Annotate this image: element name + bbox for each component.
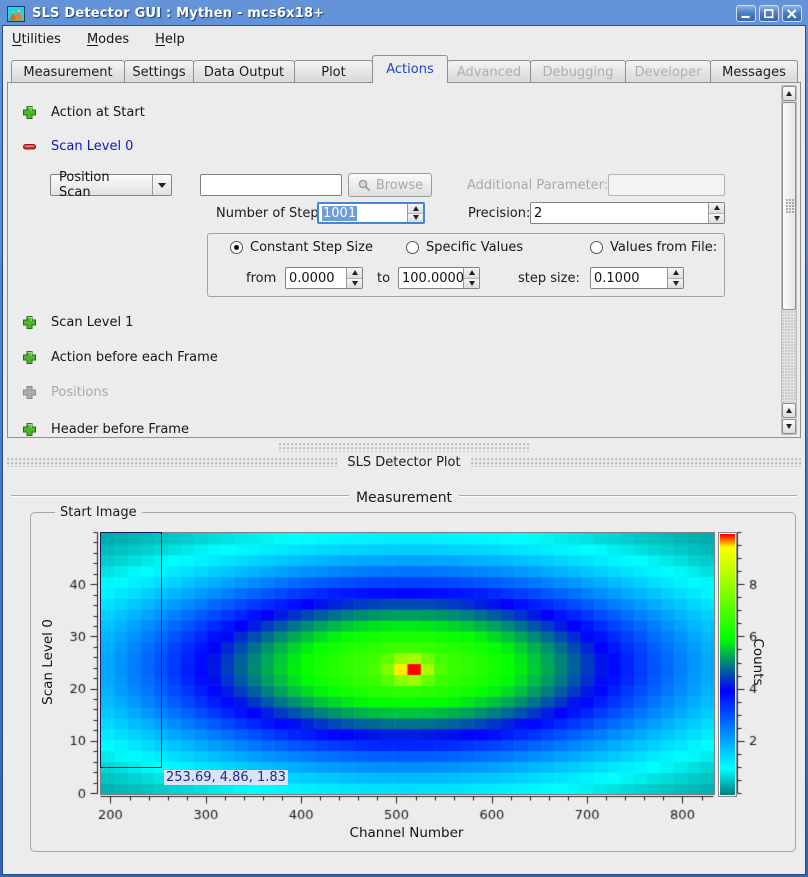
plus-icon[interactable]	[22, 315, 37, 330]
scroll-down-button[interactable]	[782, 419, 796, 434]
from-label: from	[246, 271, 276, 286]
tab-measurement[interactable]: Measurement	[11, 60, 125, 83]
precision-spinbox[interactable]: 2	[530, 202, 725, 224]
spin-buttons[interactable]	[708, 203, 724, 223]
tab-actions[interactable]: Actions	[372, 55, 448, 83]
action-at-start-label: Action at Start	[51, 105, 145, 120]
precision-value[interactable]: 2	[531, 203, 708, 223]
plot-dock-header: SLS Detector Plot	[7, 454, 801, 470]
browse-label: Browse	[376, 178, 423, 193]
radio-dot	[590, 241, 603, 254]
action-before-frame-label: Action before each Frame	[51, 350, 218, 365]
scroll-up-button-2[interactable]	[782, 403, 796, 418]
radio-dot	[406, 241, 419, 254]
maximize-button[interactable]	[759, 5, 779, 22]
radio-constant-step-size[interactable]: Constant Step Size	[230, 240, 373, 255]
positions-label: Positions	[51, 385, 108, 400]
to-label: to	[377, 271, 390, 286]
plot-figure: 253.69, 4.86, 1.83 Channel Number Scan L…	[3, 496, 805, 870]
spin-buttons[interactable]	[463, 268, 479, 288]
additional-parameter-input[interactable]	[608, 174, 725, 196]
magnifier-icon	[357, 178, 371, 192]
menu-utilities[interactable]: Utilities	[12, 32, 61, 47]
spin-buttons[interactable]	[407, 204, 423, 222]
tab-messages[interactable]: Messages	[710, 60, 798, 83]
step-size-spinbox[interactable]: 0.1000	[590, 267, 684, 289]
scroll-up-button[interactable]	[782, 86, 796, 101]
spin-buttons[interactable]	[346, 268, 362, 288]
scrollbar-thumb[interactable]	[782, 102, 796, 310]
radio-file-label: Values from File:	[610, 240, 717, 255]
minus-icon[interactable]	[22, 139, 37, 154]
tab-developer[interactable]: Developer	[625, 60, 711, 83]
plus-icon[interactable]	[22, 422, 37, 437]
scan-level-0-label: Scan Level 0	[51, 139, 133, 154]
window-title: SLS Detector GUI : Mythen - mcs6x18+	[32, 6, 324, 21]
vertical-scrollbar[interactable]	[781, 85, 797, 435]
scan-level-0-item[interactable]: Scan Level 0	[22, 139, 133, 154]
plus-icon[interactable]	[22, 350, 37, 365]
plot-dock-title: SLS Detector Plot	[347, 455, 460, 470]
tab-debugging[interactable]: Debugging	[530, 60, 626, 83]
plus-icon-disabled	[22, 385, 37, 400]
menu-help[interactable]: Help	[155, 32, 185, 47]
radio-specific-values[interactable]: Specific Values	[406, 240, 523, 255]
header-before-frame-item[interactable]: Header before Frame	[22, 422, 189, 437]
minimize-button[interactable]	[736, 5, 756, 22]
radio-constant-label: Constant Step Size	[250, 240, 373, 255]
tab-advanced[interactable]: Advanced	[447, 60, 531, 83]
to-spinbox[interactable]: 100.0000	[398, 267, 480, 289]
radio-values-from-file[interactable]: Values from File:	[590, 240, 717, 255]
to-value[interactable]: 100.0000	[399, 268, 463, 288]
zoom-selection-rect[interactable]	[100, 532, 162, 768]
number-of-steps-label: Number of Steps:	[216, 206, 330, 221]
title-bar[interactable]: SLS Detector GUI : Mythen - mcs6x18+	[3, 2, 805, 25]
precision-label: Precision:	[468, 206, 530, 221]
scan-level-1-item[interactable]: Scan Level 1	[22, 315, 133, 330]
action-before-frame-item[interactable]: Action before each Frame	[22, 350, 218, 365]
close-button[interactable]	[782, 5, 802, 22]
window-content: Utilities Modes Help Measurement Setting…	[3, 26, 805, 874]
heatmap-canvas[interactable]	[100, 532, 715, 795]
from-value[interactable]: 0.0000	[286, 268, 346, 288]
y-axis-title: Scan Level 0	[40, 602, 56, 722]
tab-bar: Measurement Settings Data Output Plot Ac…	[11, 55, 797, 83]
app-icon	[7, 6, 25, 22]
scan-mode-select[interactable]: Position Scan	[50, 174, 172, 196]
radio-specific-label: Specific Values	[426, 240, 523, 255]
menu-bar: Utilities Modes Help	[3, 26, 805, 52]
colorbar-canvas	[718, 532, 737, 797]
tab-data-output[interactable]: Data Output	[193, 60, 295, 83]
cursor-readout: 253.69, 4.86, 1.83	[164, 770, 288, 785]
step-size-label: step size:	[518, 271, 580, 286]
chevron-down-icon[interactable]	[152, 175, 171, 195]
positions-item[interactable]: Positions	[22, 385, 108, 400]
app-window: SLS Detector GUI : Mythen - mcs6x18+ Uti…	[0, 0, 808, 877]
scan-level-1-label: Scan Level 1	[51, 315, 133, 330]
step-size-value[interactable]: 0.1000	[591, 268, 667, 288]
scan-script-input[interactable]	[200, 174, 342, 196]
colorbar-title: Counts	[750, 602, 766, 722]
action-at-start-item[interactable]: Action at Start	[22, 105, 145, 120]
dock-texture-left	[7, 458, 337, 467]
header-before-frame-label: Header before Frame	[51, 422, 189, 437]
additional-parameter-label: Additional Parameter:	[467, 178, 608, 193]
actions-pane: Action at Start Scan Level 0 Position Sc…	[7, 82, 801, 438]
number-of-steps-spinbox[interactable]: 1001	[317, 202, 425, 224]
splitter-handle[interactable]	[279, 443, 529, 452]
plus-icon[interactable]	[22, 105, 37, 120]
browse-button[interactable]: Browse	[348, 173, 432, 197]
number-of-steps-value[interactable]: 1001	[322, 206, 357, 221]
spin-buttons[interactable]	[667, 268, 683, 288]
dock-texture-right	[471, 458, 801, 467]
tab-plot[interactable]: Plot	[294, 60, 373, 83]
x-axis-title: Channel Number	[100, 825, 713, 841]
from-spinbox[interactable]: 0.0000	[285, 267, 363, 289]
tab-settings[interactable]: Settings	[124, 60, 194, 83]
menu-modes[interactable]: Modes	[87, 32, 129, 47]
scan-mode-value: Position Scan	[51, 170, 152, 200]
radio-dot	[230, 241, 243, 254]
